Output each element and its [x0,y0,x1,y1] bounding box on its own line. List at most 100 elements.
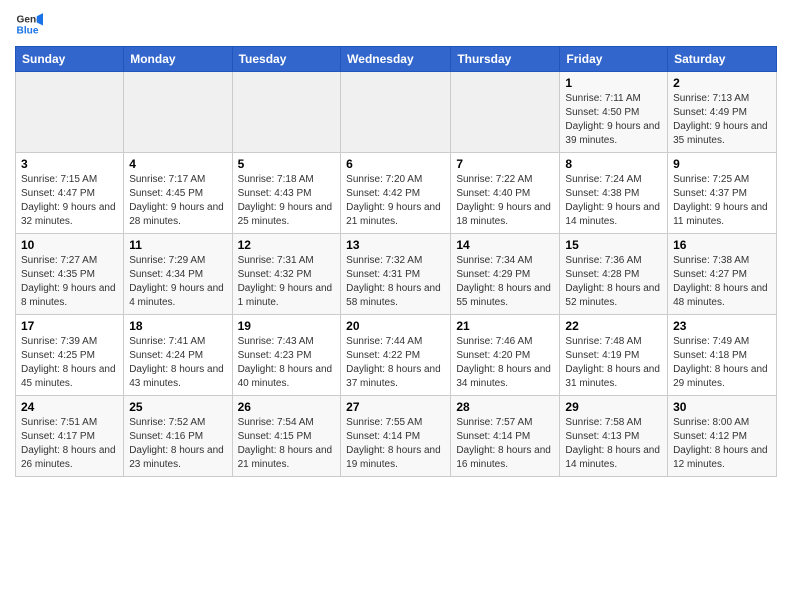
header: General Blue [15,10,777,38]
calendar-cell: 10 Sunrise: 7:27 AM Sunset: 4:35 PM Dayli… [16,234,124,315]
cell-info: Sunrise: 7:41 AM Sunset: 4:24 PM Dayligh… [129,335,226,391]
day-number: 11 [129,238,226,252]
calendar-cell: 23 Sunrise: 7:49 AM Sunset: 4:18 PM Dayli… [668,315,777,396]
calendar-cell: 26 Sunrise: 7:54 AM Sunset: 4:15 PM Dayli… [232,396,341,477]
weekday-saturday: Saturday [668,47,777,72]
day-number: 18 [129,319,226,333]
calendar-cell: 9 Sunrise: 7:25 AM Sunset: 4:37 PM Daylig… [668,153,777,234]
cell-info: Sunrise: 7:46 AM Sunset: 4:20 PM Dayligh… [456,335,554,391]
day-number: 9 [673,157,771,171]
day-number: 21 [456,319,554,333]
calendar-cell: 30 Sunrise: 8:00 AM Sunset: 4:12 PM Dayli… [668,396,777,477]
cell-info: Sunrise: 7:27 AM Sunset: 4:35 PM Dayligh… [21,254,118,310]
day-number: 26 [238,400,336,414]
calendar-cell: 18 Sunrise: 7:41 AM Sunset: 4:24 PM Dayli… [124,315,232,396]
calendar-row-1: 3 Sunrise: 7:15 AM Sunset: 4:47 PM Daylig… [16,153,777,234]
day-number: 13 [346,238,445,252]
calendar-cell: 22 Sunrise: 7:48 AM Sunset: 4:19 PM Dayli… [560,315,668,396]
cell-info: Sunrise: 7:39 AM Sunset: 4:25 PM Dayligh… [21,335,118,391]
day-number: 24 [21,400,118,414]
calendar-cell: 8 Sunrise: 7:24 AM Sunset: 4:38 PM Daylig… [560,153,668,234]
day-number: 15 [565,238,662,252]
cell-info: Sunrise: 7:34 AM Sunset: 4:29 PM Dayligh… [456,254,554,310]
day-number: 17 [21,319,118,333]
calendar-cell: 21 Sunrise: 7:46 AM Sunset: 4:20 PM Dayli… [451,315,560,396]
logo-icon: General Blue [15,10,43,38]
day-number: 12 [238,238,336,252]
day-number: 7 [456,157,554,171]
cell-info: Sunrise: 7:15 AM Sunset: 4:47 PM Dayligh… [21,173,118,229]
cell-info: Sunrise: 7:48 AM Sunset: 4:19 PM Dayligh… [565,335,662,391]
day-number: 4 [129,157,226,171]
cell-info: Sunrise: 7:17 AM Sunset: 4:45 PM Dayligh… [129,173,226,229]
cell-info: Sunrise: 7:18 AM Sunset: 4:43 PM Dayligh… [238,173,336,229]
calendar-cell: 29Sunrise: 7:58 AM Sunset: 4:13 PM Dayli… [560,396,668,477]
calendar-cell: 2Sunrise: 7:13 AM Sunset: 4:49 PM Daylig… [668,72,777,153]
cell-info: Sunrise: 7:54 AM Sunset: 4:15 PM Dayligh… [238,416,336,472]
calendar-cell [341,72,451,153]
calendar-cell: 14Sunrise: 7:34 AM Sunset: 4:29 PM Dayli… [451,234,560,315]
calendar-cell [16,72,124,153]
cell-info: Sunrise: 7:49 AM Sunset: 4:18 PM Dayligh… [673,335,771,391]
weekday-header-row: SundayMondayTuesdayWednesdayThursdayFrid… [16,47,777,72]
calendar-cell: 13 Sunrise: 7:32 AM Sunset: 4:31 PM Dayli… [341,234,451,315]
calendar-row-4: 24Sunrise: 7:51 AM Sunset: 4:17 PM Dayli… [16,396,777,477]
cell-info: Sunrise: 7:43 AM Sunset: 4:23 PM Dayligh… [238,335,336,391]
cell-info: Sunrise: 7:31 AM Sunset: 4:32 PM Dayligh… [238,254,336,310]
day-number: 23 [673,319,771,333]
calendar-cell [124,72,232,153]
calendar-cell: 4 Sunrise: 7:17 AM Sunset: 4:45 PM Daylig… [124,153,232,234]
logo: General Blue [15,10,47,38]
day-number: 25 [129,400,226,414]
cell-info: Sunrise: 7:44 AM Sunset: 4:22 PM Dayligh… [346,335,445,391]
day-number: 2 [673,76,771,90]
calendar-row-2: 10 Sunrise: 7:27 AM Sunset: 4:35 PM Dayli… [16,234,777,315]
cell-info: Sunrise: 7:24 AM Sunset: 4:38 PM Dayligh… [565,173,662,229]
calendar-cell: 24Sunrise: 7:51 AM Sunset: 4:17 PM Dayli… [16,396,124,477]
weekday-thursday: Thursday [451,47,560,72]
day-number: 28 [456,400,554,414]
calendar-cell: 20Sunrise: 7:44 AM Sunset: 4:22 PM Dayli… [341,315,451,396]
calendar-cell: 6 Sunrise: 7:20 AM Sunset: 4:42 PM Daylig… [341,153,451,234]
svg-text:Blue: Blue [17,25,39,36]
cell-info: Sunrise: 7:36 AM Sunset: 4:28 PM Dayligh… [565,254,662,310]
calendar-cell: 7Sunrise: 7:22 AM Sunset: 4:40 PM Daylig… [451,153,560,234]
weekday-monday: Monday [124,47,232,72]
cell-info: Sunrise: 7:32 AM Sunset: 4:31 PM Dayligh… [346,254,445,310]
cell-info: Sunrise: 7:29 AM Sunset: 4:34 PM Dayligh… [129,254,226,310]
calendar-cell: 27 Sunrise: 7:55 AM Sunset: 4:14 PM Dayli… [341,396,451,477]
day-number: 5 [238,157,336,171]
cell-info: Sunrise: 8:00 AM Sunset: 4:12 PM Dayligh… [673,416,771,472]
day-number: 29 [565,400,662,414]
day-number: 22 [565,319,662,333]
calendar-cell: 1Sunrise: 7:11 AM Sunset: 4:50 PM Daylig… [560,72,668,153]
day-number: 6 [346,157,445,171]
cell-info: Sunrise: 7:57 AM Sunset: 4:14 PM Dayligh… [456,416,554,472]
calendar-cell: 15 Sunrise: 7:36 AM Sunset: 4:28 PM Dayli… [560,234,668,315]
calendar-cell: 28 Sunrise: 7:57 AM Sunset: 4:14 PM Dayli… [451,396,560,477]
cell-info: Sunrise: 7:38 AM Sunset: 4:27 PM Dayligh… [673,254,771,310]
calendar-row-3: 17 Sunrise: 7:39 AM Sunset: 4:25 PM Dayli… [16,315,777,396]
weekday-friday: Friday [560,47,668,72]
weekday-tuesday: Tuesday [232,47,341,72]
day-number: 8 [565,157,662,171]
calendar-row-0: 1Sunrise: 7:11 AM Sunset: 4:50 PM Daylig… [16,72,777,153]
page: General Blue SundayMondayTuesdayWednesda… [0,0,792,612]
calendar-cell: 12 Sunrise: 7:31 AM Sunset: 4:32 PM Dayli… [232,234,341,315]
day-number: 3 [21,157,118,171]
calendar-cell: 5 Sunrise: 7:18 AM Sunset: 4:43 PM Daylig… [232,153,341,234]
cell-info: Sunrise: 7:25 AM Sunset: 4:37 PM Dayligh… [673,173,771,229]
day-number: 10 [21,238,118,252]
day-number: 19 [238,319,336,333]
calendar-cell: 16 Sunrise: 7:38 AM Sunset: 4:27 PM Dayli… [668,234,777,315]
calendar-table: SundayMondayTuesdayWednesdayThursdayFrid… [15,46,777,477]
cell-info: Sunrise: 7:20 AM Sunset: 4:42 PM Dayligh… [346,173,445,229]
weekday-sunday: Sunday [16,47,124,72]
calendar-cell [232,72,341,153]
weekday-wednesday: Wednesday [341,47,451,72]
day-number: 16 [673,238,771,252]
cell-info: Sunrise: 7:55 AM Sunset: 4:14 PM Dayligh… [346,416,445,472]
cell-info: Sunrise: 7:11 AM Sunset: 4:50 PM Dayligh… [565,92,662,148]
day-number: 27 [346,400,445,414]
day-number: 30 [673,400,771,414]
